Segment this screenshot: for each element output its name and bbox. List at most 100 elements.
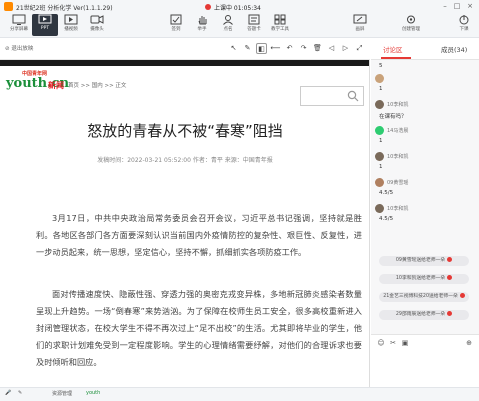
screen-draw-label: 画屏: [355, 27, 365, 32]
camera-button[interactable]: 摄像头: [84, 14, 110, 36]
top-toolbar: 21世纪2班 分析化学 Ver(1.1.1.29) 分享屏幕 PPT 播视频 摄…: [0, 0, 479, 38]
more-icon[interactable]: ⊕: [465, 339, 473, 347]
chat-text: 1: [379, 138, 383, 144]
exit-slideshow-label: 退出放映: [11, 46, 34, 52]
avatar: [375, 74, 384, 83]
gift-text: 10李和凯送给老师一朵: [395, 276, 446, 281]
screen-draw-icon: [353, 14, 367, 24]
raise-hand-button[interactable]: 举手: [189, 14, 215, 36]
ppt-slide: 中国青年网 youth.cn 新闻 首页 >> 国内 >> 正文 怒放的青春从不…: [0, 60, 370, 387]
roll-call-button[interactable]: 点名: [215, 14, 241, 36]
exit-slideshow-link[interactable]: ⊘ 退出放映: [5, 44, 33, 52]
gift-notice: 10李和凯送给老师一朵: [379, 274, 469, 284]
prev-slide-icon[interactable]: ◁: [326, 43, 337, 54]
manage-button[interactable]: 创建管理: [398, 14, 424, 36]
chat-text: 1: [379, 86, 383, 92]
image-icon[interactable]: ▣: [401, 339, 409, 347]
pencil-icon[interactable]: ✎: [18, 390, 22, 396]
screen-share-icon: [12, 14, 26, 25]
article-paragraph: 3月17日，中共中央政治局常务委员会召开会议，习近平总书记强调，坚持就是胜利。各…: [36, 213, 362, 257]
resource-manager-label[interactable]: 资源管理: [52, 390, 72, 397]
chat-text: 在课有吗？: [379, 114, 407, 120]
play-video-button[interactable]: 播视频: [58, 14, 84, 36]
section-name: 新闻: [48, 81, 64, 90]
chat-text: 4.5/5: [379, 216, 394, 222]
ppt-button[interactable]: PPT: [32, 14, 58, 36]
raise-hand-icon: [198, 16, 207, 25]
search-icon: [347, 90, 359, 102]
scissors-icon[interactable]: ✂: [389, 339, 397, 347]
checkin-button[interactable]: 签到: [163, 14, 189, 36]
end-class-icon: [459, 15, 469, 25]
avatar: [375, 100, 384, 109]
play-video-label: 播视频: [64, 27, 78, 32]
live-dot-icon: [205, 4, 211, 10]
end-class-label: 下课: [459, 27, 469, 32]
chat-input-area[interactable]: ☺ ✂ ▣ ⊕: [371, 334, 479, 387]
panel-tabs: 讨论区 成员(34): [371, 38, 479, 60]
next-slide-icon[interactable]: ▷: [340, 43, 351, 54]
flower-icon: [447, 275, 453, 280]
teaching-tools-label: 教学工具: [271, 27, 289, 32]
maximize-icon[interactable]: □: [452, 2, 462, 10]
answer-card-icon: [248, 14, 260, 25]
arrow-left-icon[interactable]: ⟵: [270, 43, 281, 54]
pointer-icon[interactable]: ↖: [228, 43, 239, 54]
minimize-icon[interactable]: –: [440, 2, 450, 10]
end-class-button[interactable]: 下课: [451, 14, 477, 36]
avatar: [375, 178, 384, 187]
share-screen-label: 分享屏幕: [10, 27, 28, 32]
teaching-tools-icon: [274, 14, 286, 25]
checkin-icon: [170, 14, 182, 25]
tab-discussion[interactable]: 讨论区: [383, 44, 403, 54]
manage-icon: [407, 15, 415, 24]
flower-icon: [447, 311, 453, 316]
gift-notice: 09黄雪瑶送给老师一朵: [379, 256, 469, 266]
share-screen-button[interactable]: 分享屏幕: [6, 14, 32, 36]
screen-draw-button[interactable]: 画屏: [347, 14, 373, 36]
gift-notice: 29邵雨辰送给老师一朵: [379, 310, 469, 320]
tab-members[interactable]: 成员(34): [441, 44, 467, 54]
youth-cn-logo: 中国青年网 youth.cn: [6, 70, 69, 96]
undo-icon[interactable]: ↶: [284, 43, 295, 54]
chat-sender: 10李和凯: [387, 154, 409, 160]
camera-label: 摄像头: [90, 27, 104, 32]
exit-icon: ⊘: [5, 46, 10, 52]
app-title: 21世纪2班 分析化学 Ver(1.1.1.29): [16, 5, 113, 12]
answer-card-label: 答题卡: [247, 27, 261, 32]
delete-icon[interactable]: 🗑: [312, 43, 323, 54]
mic-icon[interactable]: 🎤: [5, 390, 11, 396]
flower-icon: [459, 293, 465, 298]
ppt-control-bar: ⊘ 退出放映 ↖ ✎ ◧ ⟵ ↶ ↷ 🗑 ◁ ▷ ⤢: [0, 38, 370, 60]
site-header-strip: [0, 60, 369, 66]
video-play-icon: [64, 14, 78, 25]
chat-sender: 10李和凯: [387, 102, 409, 108]
roll-call-icon: [223, 15, 233, 25]
article-headline: 怒放的青春从不被“春寒”阻挡: [87, 122, 283, 140]
active-resource-tab[interactable]: youth: [86, 390, 100, 396]
pen-icon[interactable]: ✎: [242, 43, 253, 54]
live-status: 上课中 01:05:34: [214, 5, 261, 12]
breadcrumb: 首页 >> 国内 >> 正文: [68, 83, 127, 89]
flower-icon: [447, 257, 453, 262]
bottom-status-bar: 🎤 ✎ 资源管理 youth: [0, 387, 479, 401]
redo-icon[interactable]: ↷: [298, 43, 309, 54]
gift-text: 21金艺三视博科技20送给老师一朵: [383, 294, 458, 299]
gift-text: 29邵雨辰送给老师一朵: [395, 312, 446, 317]
chat-text: 1: [379, 164, 383, 170]
gift-text: 09黄雪瑶送给老师一朵: [395, 258, 446, 263]
article-meta: 发稿时间：2022-03-21 05:52:00 作者：青平 来源：中国青年报: [97, 157, 273, 164]
emoji-icon[interactable]: ☺: [377, 339, 385, 347]
discussion-panel: 讨论区 成员(34) 5 1 10李和凯 在课有吗？ 14马浩晨 1 10李和凯…: [371, 38, 479, 387]
site-search-box[interactable]: [300, 86, 364, 106]
close-icon[interactable]: ×: [465, 2, 475, 10]
fullscreen-icon[interactable]: ⤢: [354, 43, 365, 54]
manage-label: 创建管理: [402, 27, 420, 32]
chat-text: 4.5/5: [379, 190, 394, 196]
chat-sender: 14马浩晨: [387, 128, 409, 134]
answer-card-button[interactable]: 答题卡: [241, 14, 267, 36]
roll-call-label: 点名: [223, 27, 233, 32]
color-picker-icon[interactable]: ◧: [256, 43, 267, 54]
teaching-tools-button[interactable]: 教学工具: [267, 14, 293, 36]
app-logo-icon: [4, 2, 13, 11]
